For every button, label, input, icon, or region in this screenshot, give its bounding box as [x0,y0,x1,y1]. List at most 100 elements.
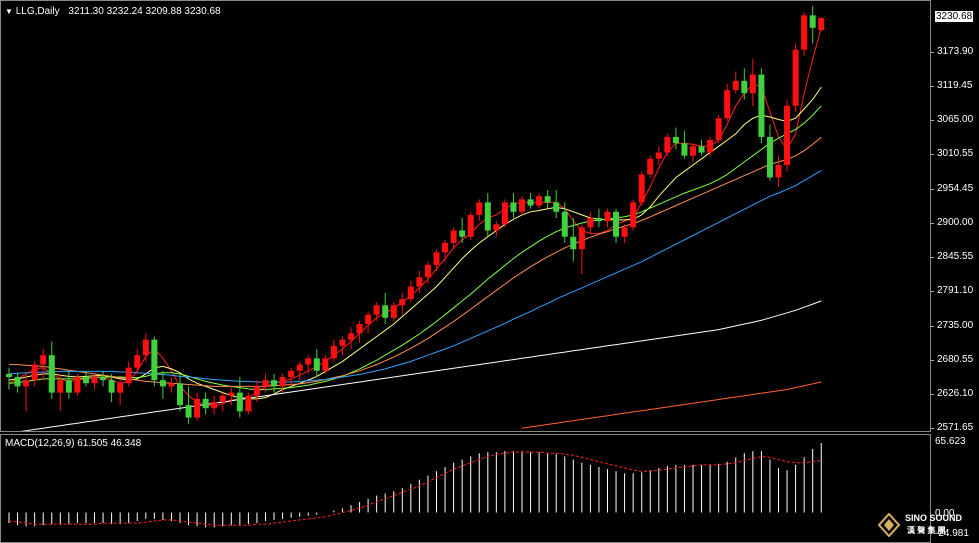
candle [493,221,500,237]
candle-body [365,314,372,325]
current-price-tag: 3230.68 [935,11,974,23]
candle [544,189,551,209]
candle [313,348,320,378]
candle [14,372,21,393]
candle [322,355,329,374]
price-axis[interactable]: 3173.90 3119.45 3065.00 3010.55 2954.45 2900.… [931,0,979,433]
candle-body [40,355,47,365]
candle-body [390,305,397,318]
candle [211,395,218,415]
price-tick-mark [931,360,934,362]
candle [536,193,543,209]
candle-body [570,236,577,250]
candle [271,373,278,393]
candle [553,189,560,219]
macd-label: MACD(12,26,9) 61.505 46.348 [5,438,142,449]
candle [638,171,645,206]
candle [501,199,508,228]
candle-body [595,218,602,222]
candle [31,361,38,387]
macd-signal-line [8,451,822,526]
candle-body [194,398,201,418]
candle-body [493,224,500,231]
candle [681,130,688,159]
candle-body [416,277,423,287]
candle [484,193,491,237]
candle [433,249,440,272]
candle [510,193,517,219]
candle-body [698,146,705,153]
logo-text-en: SINO SOUND [905,513,963,523]
candle [245,392,252,415]
price-tick-label: 2680.55 [937,354,974,366]
candle [587,211,594,234]
candle [809,6,816,44]
candle-body [82,377,89,384]
candle [476,199,483,222]
candle-body [587,218,594,228]
candle [690,143,696,162]
candle-body [48,355,55,393]
candle [177,373,183,412]
candle-body [305,358,312,365]
price-chart-canvas [6,6,825,431]
candle-body [724,90,731,119]
price-chart-pane[interactable]: ▼ LLG,Daily 3211.30 3232.24 3209.88 3230… [0,0,931,432]
candle-body [219,395,226,402]
candle-body [664,136,671,153]
candle-body [459,230,466,237]
triangle-down-icon[interactable]: ▼ [5,7,13,16]
candle-body [407,286,414,300]
candle [125,361,132,387]
candle [732,71,739,94]
candle [356,320,363,343]
candle [792,43,799,113]
candle-body [809,15,816,28]
candle-body [749,74,756,94]
candle-body [647,158,654,175]
macd-pane[interactable]: MACD(12,26,9) 61.505 46.348 [0,434,931,543]
candle [749,59,756,106]
price-tick-mark [931,257,934,259]
candle [305,355,312,374]
candle-body [31,364,38,381]
candle-body [501,202,508,225]
candle-body [424,264,431,278]
candle-body [484,202,491,231]
candle [194,392,201,421]
candle [236,377,243,418]
candle-body [6,373,12,378]
candle-body [262,380,269,387]
price-tick-label: 3173.90 [937,46,974,58]
candle-body [578,227,585,250]
candle-body [202,398,209,409]
candle-body [57,380,64,393]
symbol-label: LLG,Daily [15,6,60,17]
candle-body [253,386,260,396]
ma60-line [8,170,822,383]
ma5-line [8,27,822,407]
price-tick-label: 2791.10 [937,285,974,297]
price-tick-label: 2571.65 [937,422,974,433]
candle [724,83,731,122]
price-tick-mark [931,326,934,328]
candle [578,224,585,275]
candle-body [228,392,235,396]
candle [647,155,654,178]
candle [202,392,209,415]
candle-body [792,49,799,106]
candle-body [433,252,440,265]
candle [100,370,107,387]
macd-canvas [8,443,822,528]
candle [527,193,534,209]
candle [715,115,722,144]
candle-body [373,305,380,315]
candle-body [544,196,551,203]
candle-body [561,211,568,237]
candle [604,208,611,228]
candle-body [399,299,406,306]
candle-body [818,18,825,31]
candle-body [613,211,620,237]
candle-body [690,146,696,156]
candle-body [296,364,303,371]
